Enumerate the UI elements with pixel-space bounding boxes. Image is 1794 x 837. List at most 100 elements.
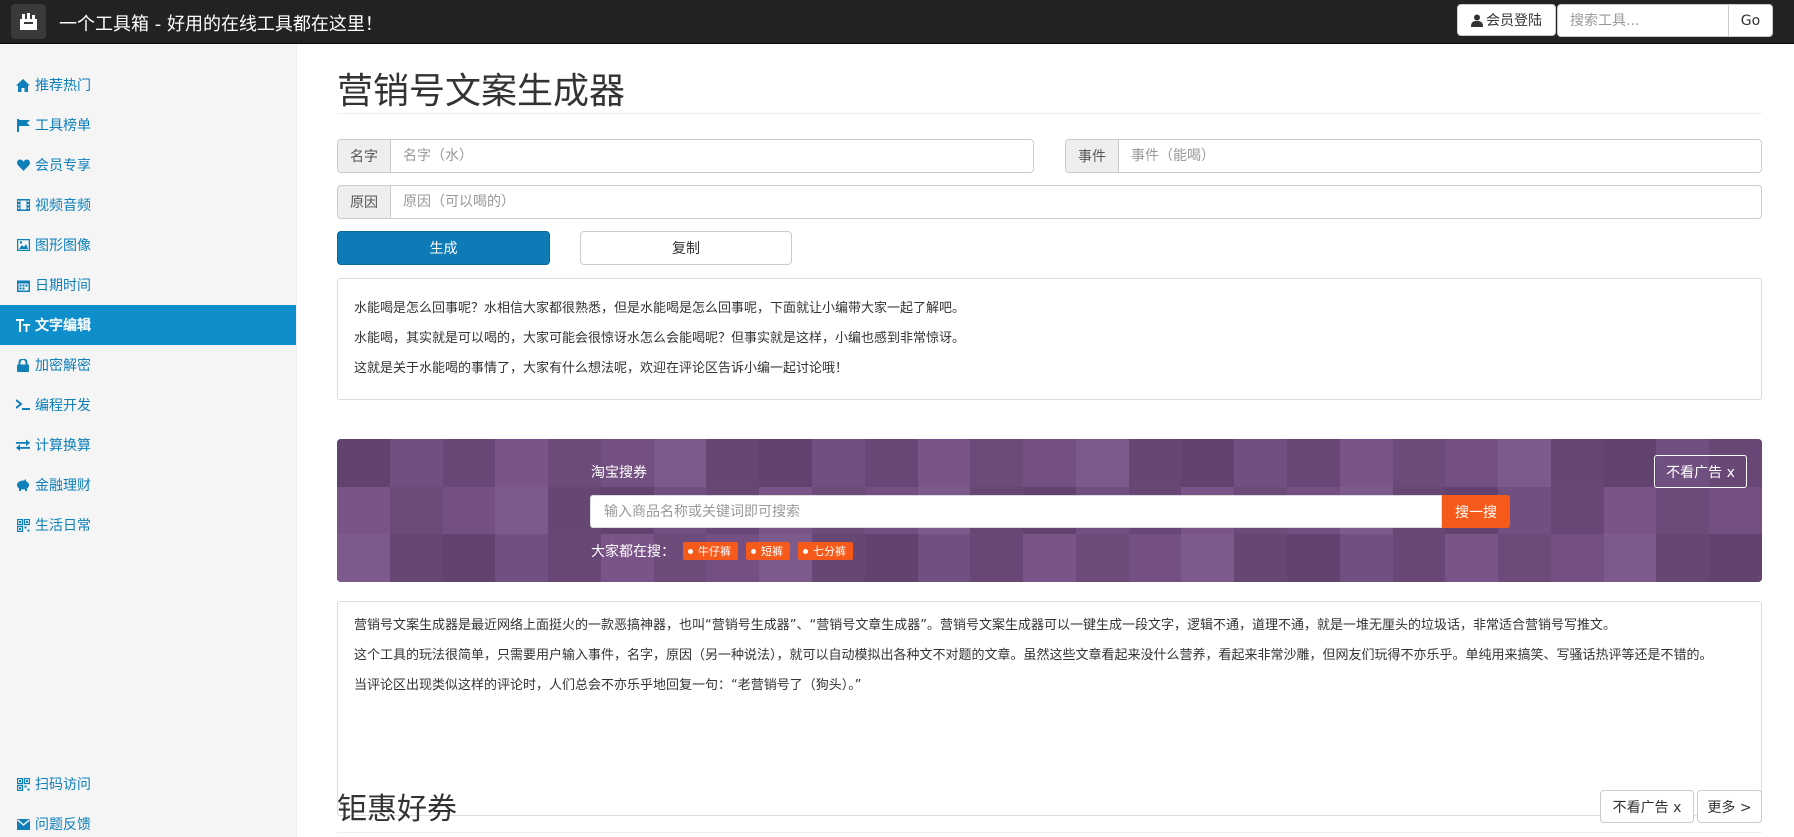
sidebar-item-members[interactable]: 会员专享 [0, 145, 296, 185]
tool-description: 营销号文案生成器是最近网络上面挺火的一款恶搞神器，也叫“营销号生成器”、“营销号… [337, 601, 1762, 816]
name-input-group: 名字 [337, 139, 1034, 173]
sidebar-item-label: 图形图像 [35, 238, 91, 254]
sidebar-item-label: 会员专享 [35, 158, 91, 174]
ad-pattern-tile [1709, 486, 1762, 535]
copy-button[interactable]: 复制 [580, 231, 792, 265]
site-title[interactable]: 一个工具箱 - 好用的在线工具都在这里！ [59, 10, 383, 36]
tool-search-input[interactable] [1557, 4, 1729, 37]
ad-pattern-tile [917, 439, 971, 487]
ad-pattern-tile [1445, 439, 1499, 487]
ad-pattern-tile [1445, 534, 1499, 582]
coupon-search-button[interactable]: 搜一搜 [1442, 495, 1510, 528]
sidebar-item-label: 加密解密 [35, 358, 91, 374]
sidebar-item-images[interactable]: 图形图像 [0, 225, 296, 265]
sidebar-item-label: 计算换算 [35, 438, 91, 454]
member-login-label: 会员登陆 [1486, 13, 1542, 29]
sidebar-item-label: 工具榜单 [35, 118, 91, 134]
output-line: 水能喝，其实就是可以喝的，大家可能会很惊讶水怎么会能喝呢？但事实就是这样，小编也… [354, 331, 966, 346]
ad-pattern-tile [1023, 439, 1076, 487]
sidebar-item-scan-visit[interactable]: 扫码访问 [0, 764, 296, 804]
name-input[interactable] [391, 139, 1034, 173]
ad-pattern-tile [1128, 439, 1182, 487]
output-line: 水能喝是怎么回事呢？水相信大家都很熟悉，但是水能喝是怎么回事呢，下面就让小编带大… [354, 301, 966, 316]
ad-pattern-tile [1392, 439, 1446, 487]
sidebar-item-label: 文字编辑 [35, 318, 91, 334]
description-paragraph: 当评论区出现类似这样的评论时，人们总会不亦乐乎地回复一句：“老营销号了（狗头）。… [354, 678, 862, 693]
ad-pattern-tile [1287, 439, 1340, 487]
text-size-icon [16, 318, 30, 332]
ad-pattern-tile [1603, 486, 1657, 535]
ad-pattern-tile [1234, 534, 1287, 582]
ad-pattern-tile [706, 439, 760, 487]
member-login-button[interactable]: 会员登陆 [1457, 4, 1556, 36]
hot-tag[interactable]: 七分裤 [798, 542, 853, 560]
flag-icon [16, 118, 30, 132]
hide-coupons-ad-button[interactable]: 不看广告 x [1600, 790, 1694, 823]
ad-pattern-tile [1181, 439, 1235, 487]
hot-tag[interactable]: 牛仔裤 [683, 542, 738, 560]
sidebar-item-datetime[interactable]: 日期时间 [0, 265, 296, 305]
user-icon [1471, 14, 1483, 27]
sidebar-item-calculation[interactable]: 计算换算 [0, 425, 296, 465]
sidebar-item-programming[interactable]: 编程开发 [0, 385, 296, 425]
ad-pattern-tile [1550, 534, 1604, 582]
event-input[interactable] [1119, 139, 1762, 173]
sidebar-item-text-editing[interactable]: 文字编辑 [0, 305, 296, 345]
sidebar-item-rankings[interactable]: 工具榜单 [0, 105, 296, 145]
event-input-group: 事件 [1065, 139, 1762, 173]
hot-tag[interactable]: 短裤 [746, 542, 790, 560]
film-icon [16, 198, 30, 212]
generated-output[interactable]: 水能喝是怎么回事呢？水相信大家都很熟悉，但是水能喝是怎么回事呢，下面就让小编带大… [337, 278, 1762, 400]
sidebar-item-encryption[interactable]: 加密解密 [0, 345, 296, 385]
title-divider [337, 113, 1762, 114]
sidebar-item-label: 金融理财 [35, 478, 91, 494]
ad-pattern-tile [1181, 534, 1235, 582]
ad-pattern-tile [812, 439, 865, 487]
sidebar-item-recommended[interactable]: 推荐热门 [0, 65, 296, 105]
description-paragraph: 营销号文案生成器是最近网络上面挺火的一款恶搞神器，也叫“营销号生成器”、“营销号… [354, 618, 1616, 633]
search-go-button[interactable]: Go [1728, 4, 1773, 37]
hide-ad-button[interactable]: 不看广告 x [1654, 455, 1747, 488]
ad-pattern-tile [389, 486, 443, 535]
ad-pattern-tile [1498, 439, 1551, 487]
sidebar-item-finance[interactable]: 金融理财 [0, 465, 296, 505]
sidebar-item-feedback[interactable]: 问题反馈 [0, 804, 296, 837]
top-navbar: 一个工具箱 - 好用的在线工具都在这里！ 会员登陆 Go [0, 0, 1794, 44]
ad-pattern-tile [1339, 534, 1393, 582]
name-label: 名字 [337, 139, 391, 173]
ad-pattern-tile [495, 439, 549, 487]
ad-pattern-tile [917, 534, 971, 582]
sidebar-item-label: 问题反馈 [35, 817, 91, 833]
ad-pattern-tile [970, 439, 1024, 487]
heart-icon [16, 158, 30, 172]
ad-pattern-tile [864, 439, 918, 487]
qrcode-icon [16, 777, 30, 791]
more-coupons-button[interactable]: 更多 > [1697, 790, 1762, 823]
sidebar-item-daily-life[interactable]: 生活日常 [0, 505, 296, 545]
hot-searches: 大家都在搜： 牛仔裤 短裤 七分裤 [591, 541, 853, 561]
sidebar-item-label: 视频音频 [35, 198, 91, 214]
transfer-icon [16, 438, 30, 452]
coupons-section-title: 钜惠好券 [337, 792, 457, 827]
picture-icon [16, 238, 30, 252]
sidebar-item-video-audio[interactable]: 视频音频 [0, 185, 296, 225]
sidebar-item-label: 编程开发 [35, 398, 91, 414]
ad-pattern-tile [1709, 534, 1762, 582]
ad-pattern-tile [442, 534, 496, 582]
ad-pattern-tile [1339, 439, 1393, 487]
sidebar-item-label: 日期时间 [35, 278, 91, 294]
reason-input[interactable] [391, 185, 1762, 219]
ad-pattern-tile [1128, 534, 1182, 582]
console-icon [16, 398, 30, 412]
ad-pattern-tile [864, 534, 918, 582]
ad-pattern-tile [759, 439, 812, 487]
ad-pattern-tile [1603, 439, 1657, 487]
generate-button[interactable]: 生成 [337, 231, 550, 265]
toolbox-logo-icon[interactable] [11, 4, 46, 39]
coupon-search-input[interactable] [590, 495, 1442, 528]
ad-pattern-tile [442, 486, 496, 535]
ad-pattern-tile [1603, 534, 1657, 582]
ad-label: 淘宝搜券 [591, 465, 647, 481]
ad-pattern-tile [337, 486, 390, 535]
qrcode-icon [16, 518, 30, 532]
